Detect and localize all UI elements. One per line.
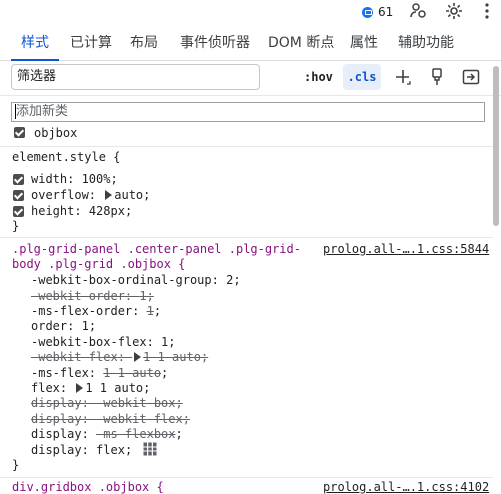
add-class-input[interactable]: 添加新类 [11,102,485,122]
expand-triangle-icon[interactable] [76,383,84,393]
paint-brush-icon[interactable] [427,67,447,87]
css-declaration-overridden[interactable]: display: -webkit-box; [31,396,183,410]
css-declaration[interactable]: display: flex; [31,442,158,457]
css-declaration[interactable]: overflow: auto; [31,188,150,202]
more-options-icon[interactable] [477,1,497,21]
source-link[interactable]: prolog.all-….1.css:5844 [323,242,489,256]
expand-triangle-icon[interactable] [134,352,142,362]
rule-selector[interactable]: body .plg-grid .objbox { [12,257,185,271]
css-declaration[interactable]: -ms-flex-order: 1; [31,304,161,318]
class-toggle-label: objbox [34,126,78,140]
settings-gear-icon[interactable] [444,1,464,21]
divider [0,146,493,147]
divider [0,237,493,238]
css-declaration[interactable]: height: 428px; [31,204,132,218]
styles-toolbar: 筛选器 :hov .cls [0,61,501,96]
property-checkbox[interactable] [13,174,24,185]
toggle-sidebar-icon[interactable] [461,67,481,87]
sidebar-tabs: 样式 已计算 布局 事件侦听器 DOM 断点 属性 辅助功能 [0,28,501,61]
vertical-scrollbar[interactable] [493,66,499,226]
tab-computed[interactable]: 已计算 [70,28,112,60]
property-checkbox[interactable] [13,190,24,201]
add-rule-icon[interactable] [393,67,413,87]
rule-selector[interactable]: div.gridbox .objbox { [12,480,164,494]
divider [0,477,493,478]
tab-accessibility[interactable]: 辅助功能 [398,28,454,60]
css-declaration[interactable]: order: 1; [31,319,96,333]
css-declaration-overridden[interactable]: -webkit-flex: 1 1 auto; [31,350,208,364]
property-checkbox[interactable] [13,206,24,217]
css-declaration[interactable]: -webkit-box-flex: 1; [31,335,176,349]
tab-styles[interactable]: 样式 [11,28,59,61]
messages-badge[interactable]: 61 [362,4,393,20]
flexbox-editor-icon[interactable] [143,442,158,456]
css-declaration[interactable]: display: -ms-flexbox; [31,427,183,441]
filter-input[interactable]: 筛选器 [11,64,260,90]
css-declaration[interactable]: -ms-flex: 1 1 auto; [31,366,168,380]
class-checkbox[interactable] [14,127,25,138]
hov-toggle-button[interactable]: :hov [304,70,333,84]
tab-event-listeners[interactable]: 事件侦听器 [180,28,250,60]
issues-icon[interactable] [408,1,428,21]
css-declaration[interactable]: flex: 1 1 auto; [31,381,150,395]
rule-close-brace: } [12,219,20,233]
cls-toggle-button[interactable]: .cls [343,64,381,90]
css-declaration[interactable]: -webkit-box-ordinal-group: 2; [31,273,241,287]
source-link[interactable]: prolog.all-….1.css:4102 [323,480,489,494]
element-style-header: element.style { [12,150,121,164]
devtools-topbar: 61 [0,0,501,24]
tab-properties[interactable]: 属性 [350,28,378,60]
css-declaration[interactable]: width: 100%; [31,172,118,186]
css-declaration-overridden[interactable]: -webkit-order: 1; [31,289,154,303]
message-count: 61 [378,5,394,19]
expand-triangle-icon[interactable] [105,190,113,200]
rule-selector[interactable]: .plg-grid-panel .center-panel .plg-grid- [12,242,301,256]
message-icon [362,6,373,18]
tab-dom-breakpoints[interactable]: DOM 断点 [268,28,334,60]
rule-close-brace: } [12,458,20,472]
text-caret [15,104,16,119]
css-declaration-overridden[interactable]: display: -webkit-flex; [31,412,190,426]
tab-layout[interactable]: 布局 [130,28,158,60]
